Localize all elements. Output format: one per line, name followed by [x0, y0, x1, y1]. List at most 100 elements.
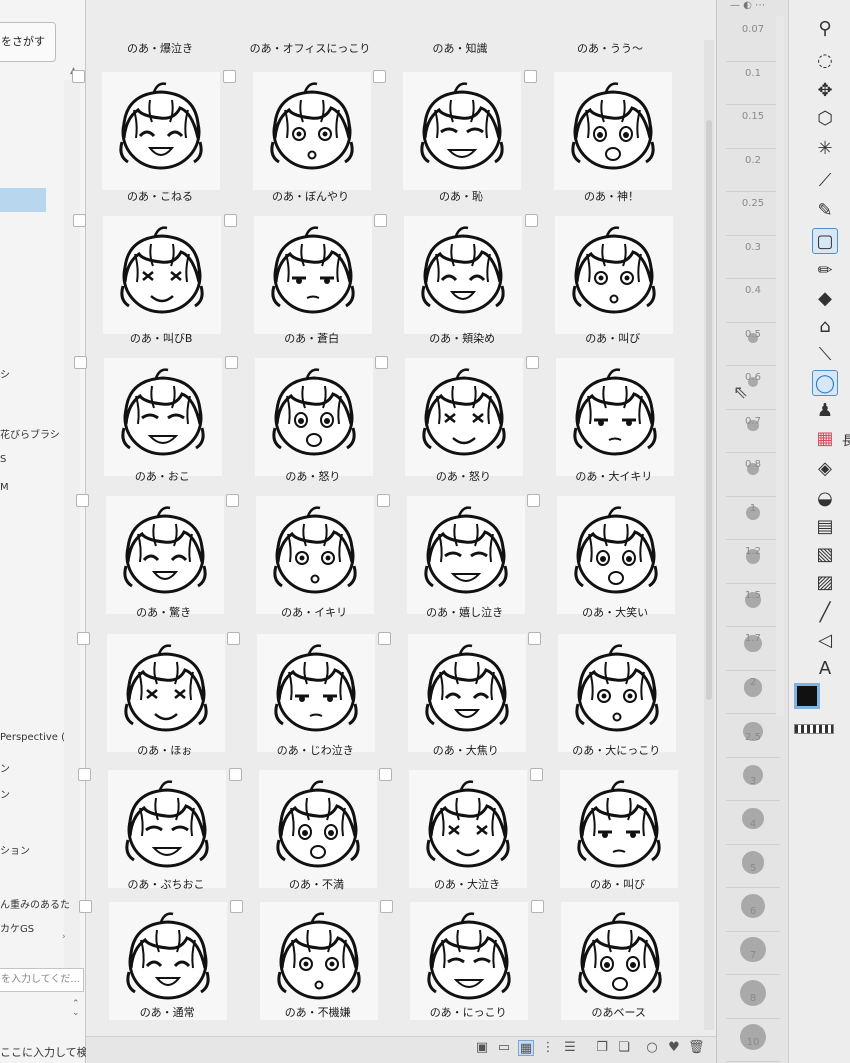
material-checkbox[interactable] [525, 356, 539, 369]
blend-tool-icon[interactable]: ♟ [812, 398, 838, 424]
material-checkbox[interactable] [224, 356, 238, 369]
tone-tool-icon[interactable]: ▦ [812, 426, 838, 452]
circle-icon[interactable]: ○ [644, 1040, 660, 1056]
material-checkbox[interactable] [380, 900, 394, 913]
material-checkbox[interactable] [228, 768, 242, 781]
tree-item[interactable]: 花びらブラシ [0, 426, 60, 441]
character-face-icon [415, 504, 517, 604]
detail-view-icon[interactable]: ☰ [562, 1040, 578, 1056]
balloon-tool-icon[interactable]: ◯ [812, 370, 838, 396]
paste-icon[interactable]: ▣ [474, 1040, 490, 1056]
material-checkbox[interactable] [73, 214, 87, 227]
character-face-icon [566, 642, 668, 742]
material-caption: のあ・イキリ [281, 606, 348, 619]
material-checkbox[interactable] [528, 632, 542, 645]
brush-size-label: 7 [749, 949, 757, 961]
panel-menu-icon[interactable]: — ◐ ⋯ [730, 0, 765, 11]
taskbar-search-text[interactable]: ここに入力して検索 [0, 1044, 99, 1060]
tree-item[interactable]: カケGS [0, 920, 34, 935]
tree-item[interactable]: ン [0, 760, 10, 775]
material-checkbox[interactable] [373, 70, 386, 83]
material-checkbox[interactable] [78, 768, 91, 781]
copy-icon[interactable]: ❐ [594, 1040, 610, 1056]
fill-tool-icon[interactable]: ◒ [812, 486, 838, 512]
material-checkbox[interactable] [524, 214, 538, 227]
frame-tool-icon[interactable]: ▤ [812, 514, 838, 540]
material-checkbox[interactable] [229, 900, 243, 913]
trash-icon[interactable]: 🗑 [688, 1040, 705, 1056]
character-face-icon [262, 224, 364, 324]
spin-arrows-icon[interactable]: ⌃ ⌄ [72, 1000, 80, 1018]
main-color-swatch[interactable] [794, 683, 820, 709]
material-checkbox[interactable] [75, 494, 89, 507]
material-checkbox[interactable] [377, 632, 391, 645]
zoom-tool-icon[interactable]: ⚲ [812, 16, 838, 42]
rotate-tool-icon[interactable]: ◌ [812, 48, 838, 74]
brush-size-label: 1.7 [745, 633, 761, 644]
grid-view-icon[interactable]: ▦ [518, 1040, 534, 1056]
material-checkbox[interactable] [76, 632, 90, 645]
scrollbar-thumb[interactable] [706, 120, 712, 700]
paint-brush-tool-icon[interactable]: ⟍ [812, 342, 838, 368]
selection-tool-icon[interactable]: ▢ [812, 228, 838, 254]
size-panel-scrollbar[interactable] [776, 16, 784, 716]
small-grid-view-icon[interactable]: ⋮ [540, 1040, 556, 1056]
material-checkbox[interactable] [530, 900, 544, 913]
pencil-tool-icon[interactable]: ✏ [812, 258, 838, 284]
brush-tool-icon[interactable]: ⌂ [812, 314, 838, 340]
list-view-icon[interactable]: ▭ [496, 1040, 512, 1056]
search-material-button[interactable]: をさがす [0, 22, 56, 62]
tree-item[interactable]: Perspective ( [0, 732, 65, 743]
move-tool-icon[interactable]: ✥ [812, 78, 838, 104]
tree-item[interactable]: S [0, 454, 6, 465]
gradient-tool-icon[interactable]: ▨ [812, 570, 838, 596]
material-caption: のあ・嬉し泣き [426, 606, 504, 619]
tag-search-input[interactable]: を入力してくだ... [0, 968, 84, 992]
transparent-color-icon[interactable] [794, 724, 834, 734]
material-checkbox[interactable] [376, 494, 390, 507]
tree-item[interactable]: M [0, 482, 9, 493]
material-caption: のあ・ほぉ [137, 744, 193, 757]
object-tool-icon[interactable]: ⬡ [812, 106, 838, 132]
material-caption: のあ・じわ泣き [276, 744, 354, 757]
eyedropper-tool-icon[interactable]: ⟋ [812, 168, 838, 194]
material-checkbox[interactable] [379, 768, 392, 781]
material-caption: のあ・オフィスにっこり [249, 42, 371, 55]
auto-select-tool-icon[interactable]: ✳ [812, 136, 838, 162]
brush-size-label: 0.1 [745, 67, 761, 79]
material-caption: のあ・知識 [432, 42, 488, 55]
heart-icon[interactable]: ♥ [666, 1040, 682, 1056]
tree-item[interactable]: ン [0, 786, 10, 801]
scroll-right-icon[interactable]: › [62, 932, 66, 942]
material-caption: のあ・大笑い [582, 606, 649, 619]
material-checkbox[interactable] [223, 214, 237, 227]
material-caption: のあ・ぼんやり [272, 190, 349, 203]
marker-tool-icon[interactable]: ◆ [812, 286, 838, 312]
material-checkbox[interactable] [529, 768, 543, 781]
eraser-tool-icon[interactable]: ◈ [812, 456, 838, 482]
line-tool-icon[interactable]: ╱ [812, 600, 838, 626]
brush-size-label: 5 [749, 862, 757, 874]
text-tool-icon[interactable]: A [812, 656, 838, 682]
material-checkbox[interactable] [375, 356, 389, 369]
brush-size-label: 1.5 [745, 589, 761, 601]
ruler-tool-icon[interactable]: ▧ [812, 542, 838, 568]
material-checkbox[interactable] [226, 494, 240, 507]
material-caption: のあ・うう〜 [577, 42, 643, 55]
pen-tool-icon[interactable]: ✎ [812, 198, 838, 224]
material-checkbox[interactable] [227, 632, 241, 645]
material-checkbox[interactable] [527, 494, 541, 507]
duplicate-icon[interactable]: ❏ [616, 1040, 632, 1056]
tree-item[interactable]: ション [0, 842, 30, 857]
material-checkbox[interactable] [72, 70, 85, 83]
material-checkbox[interactable] [374, 214, 388, 227]
brush-size-label: 0.2 [745, 154, 761, 166]
material-checkbox[interactable] [74, 356, 88, 369]
material-checkbox[interactable] [79, 900, 93, 913]
tree-selected-row[interactable] [0, 188, 46, 212]
tree-item[interactable]: ん重みのあるた [0, 896, 70, 911]
tree-item[interactable]: シ [0, 366, 10, 381]
material-checkbox[interactable] [222, 70, 236, 83]
material-checkbox[interactable] [523, 70, 537, 83]
figure-tool-icon[interactable]: ◁ [812, 628, 838, 654]
